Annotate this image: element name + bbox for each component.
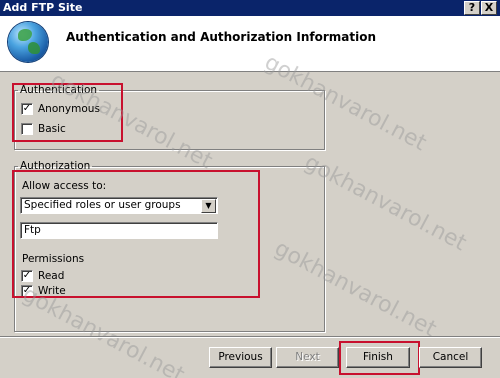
finish-button[interactable]: Finish [346,347,410,368]
wizard-header: Authentication and Authorization Informa… [0,16,500,72]
button-separator [0,336,500,338]
title-bar: Add FTP Site [0,0,500,16]
authentication-highlight [12,83,123,142]
page-title: Authentication and Authorization Informa… [66,30,376,44]
globe-icon [8,22,48,62]
close-button[interactable]: X [481,1,497,15]
authorization-highlight [12,170,260,298]
help-button[interactable]: ? [464,1,480,15]
next-button[interactable]: Next [276,347,339,368]
previous-button[interactable]: Previous [209,347,272,368]
watermark: gokhanvarol.net [300,150,471,257]
window-title: Add FTP Site [3,1,83,14]
cancel-button[interactable]: Cancel [419,347,482,368]
